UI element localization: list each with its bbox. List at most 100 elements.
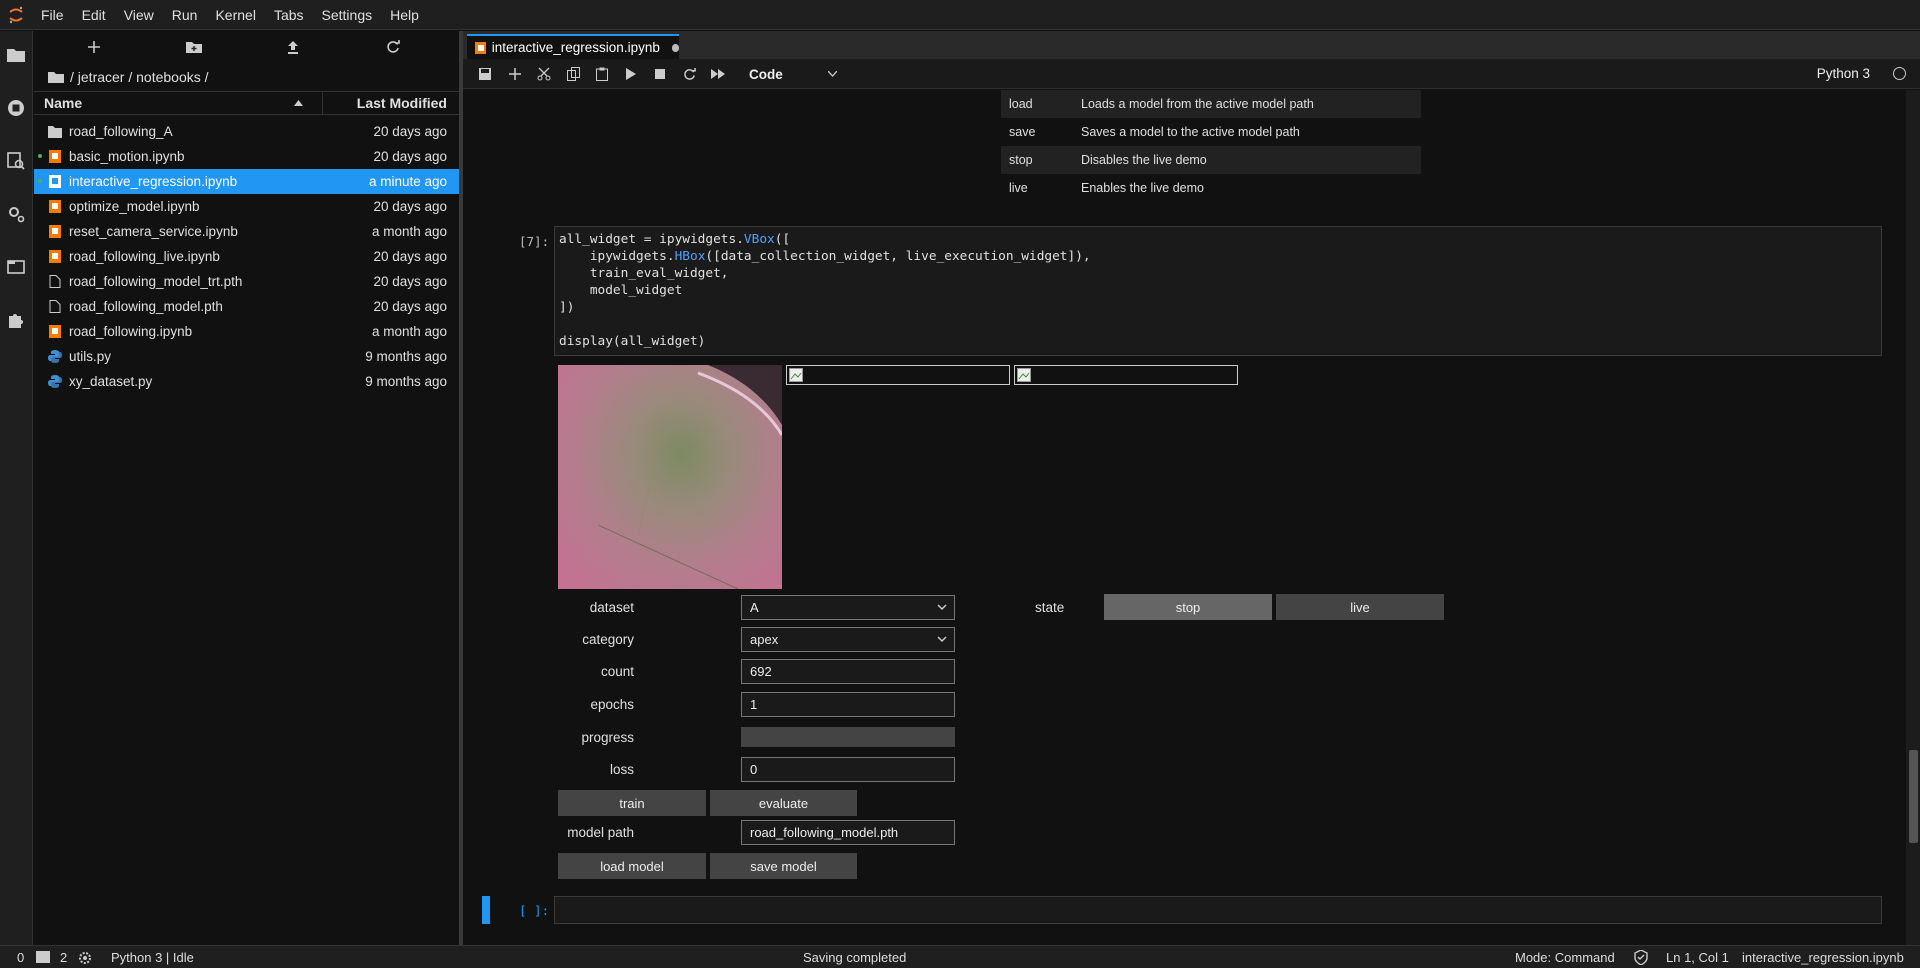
cell-type-value: Code xyxy=(749,66,783,82)
save-icon[interactable] xyxy=(477,66,493,82)
tabs-icon[interactable] xyxy=(5,256,27,278)
commands-icon[interactable] xyxy=(5,150,27,172)
epochs-field[interactable]: 1 xyxy=(741,692,955,717)
file-row[interactable]: road_following_model_trt.pth 20 days ago xyxy=(34,269,459,294)
count-field[interactable]: 692 xyxy=(741,659,955,684)
notebook-icon xyxy=(49,250,61,263)
menu-view[interactable]: View xyxy=(115,0,163,30)
code-line: model_widget xyxy=(559,283,683,298)
file-row[interactable]: reset_camera_service.ipynb a month ago xyxy=(34,219,459,244)
chevron-down-icon xyxy=(937,636,947,643)
tab-bar: interactive_regression.ipynb xyxy=(463,31,1920,59)
new-launcher-icon[interactable] xyxy=(82,35,106,59)
empty-code-cell[interactable] xyxy=(554,896,1882,924)
insert-cell-icon[interactable] xyxy=(507,66,523,82)
new-folder-icon[interactable] xyxy=(182,35,206,59)
progress-label: progress xyxy=(581,730,634,745)
loss-value: 0 xyxy=(750,762,758,777)
tab-interactive-regression[interactable]: interactive_regression.ipynb xyxy=(467,34,679,59)
code-line: display(all_widget) xyxy=(559,334,706,349)
live-toggle-button[interactable]: live xyxy=(1276,594,1444,620)
file-row[interactable]: road_following_A 20 days ago xyxy=(34,119,459,144)
menu-settings[interactable]: Settings xyxy=(313,0,382,30)
count-value: 692 xyxy=(750,664,772,679)
file-row[interactable]: basic_motion.ipynb 20 days ago xyxy=(34,144,459,169)
model-path-value: road_following_model.pth xyxy=(750,825,899,840)
status-bar: 0 2 Python 3 | Idle Saving completed Mod… xyxy=(0,945,1920,968)
load-model-button[interactable]: load model xyxy=(558,853,706,879)
code-line: all_widget = ipywidgets.VBox([ xyxy=(559,232,791,247)
notebook-toolbar: Code Python 3 xyxy=(463,59,1920,89)
upload-icon[interactable] xyxy=(281,35,305,59)
folder-icon[interactable] xyxy=(48,71,64,83)
md-desc: Saves a model to the active model path xyxy=(1081,125,1300,139)
file-row[interactable]: road_following.ipynb a month ago xyxy=(34,319,459,344)
stop-icon[interactable] xyxy=(652,66,668,82)
property-inspector-icon[interactable] xyxy=(5,203,27,225)
file-row[interactable]: xy_dataset.py 9 months ago xyxy=(34,369,459,394)
kernel-gear-icon[interactable] xyxy=(78,951,92,965)
save-status: Saving completed xyxy=(803,950,907,965)
menu-edit[interactable]: Edit xyxy=(73,0,115,30)
camera-image[interactable] xyxy=(558,365,782,589)
notebook-scrollbar[interactable] xyxy=(1906,90,1920,945)
extension-icon[interactable] xyxy=(5,309,27,331)
menu-file[interactable]: File xyxy=(32,0,73,30)
mode-indicator[interactable]: Mode: Command xyxy=(1515,950,1615,965)
file-row[interactable]: optimize_model.ipynb 20 days ago xyxy=(34,194,459,219)
breadcrumb-path[interactable]: / jetracer / notebooks / xyxy=(70,69,209,85)
restart-icon[interactable] xyxy=(681,66,697,82)
kernel-count[interactable]: 2 xyxy=(60,950,67,965)
cell-type-dropdown[interactable]: Code xyxy=(749,63,837,85)
broken-image-1 xyxy=(786,365,1010,385)
kernel-status[interactable]: Python 3 | Idle xyxy=(111,950,194,965)
run-icon[interactable] xyxy=(623,66,639,82)
copy-icon[interactable] xyxy=(565,66,581,82)
scrollbar-thumb[interactable] xyxy=(1909,750,1918,843)
epochs-label: epochs xyxy=(590,697,634,712)
save-model-button[interactable]: save model xyxy=(710,853,857,879)
file-name: road_following_A xyxy=(69,124,173,139)
file-row[interactable]: road_following_live.ipynb 20 days ago xyxy=(34,244,459,269)
menu-help[interactable]: Help xyxy=(381,0,428,30)
md-table-row: live Enables the live demo xyxy=(1001,174,1421,202)
refresh-icon[interactable] xyxy=(381,35,405,59)
empty-cell-prompt: [ ]: xyxy=(519,903,550,918)
file-name: basic_motion.ipynb xyxy=(69,149,185,164)
cursor-position[interactable]: Ln 1, Col 1 xyxy=(1666,950,1729,965)
cut-icon[interactable] xyxy=(536,66,552,82)
loss-field[interactable]: 0 xyxy=(741,757,955,782)
file-row[interactable]: road_following_model.pth 20 days ago xyxy=(34,294,459,319)
train-button[interactable]: train xyxy=(558,790,706,816)
evaluate-button[interactable]: evaluate xyxy=(710,790,857,816)
model-path-field[interactable]: road_following_model.pth xyxy=(741,820,955,845)
menu-tabs[interactable]: Tabs xyxy=(265,0,313,30)
kernel-status-icon xyxy=(1893,67,1906,80)
running-indicator-icon xyxy=(38,154,42,158)
code-cell-editor[interactable]: all_widget = ipywidgets.VBox([ ipywidget… xyxy=(554,226,1882,356)
unsaved-dot-icon[interactable] xyxy=(671,43,679,52)
folder-icon xyxy=(48,126,62,138)
trusted-shield-icon[interactable] xyxy=(1634,950,1648,965)
running-sessions-icon[interactable] xyxy=(5,97,27,119)
kernel-name[interactable]: Python 3 xyxy=(1817,66,1870,81)
paste-icon[interactable] xyxy=(594,66,610,82)
terminal-icon[interactable] xyxy=(36,951,50,963)
file-icon xyxy=(49,300,61,313)
file-modified: 20 days ago xyxy=(373,149,447,164)
code-line: ipywidgets.HBox([data_collection_widget,… xyxy=(559,249,1091,264)
last-modified-column-header[interactable]: Last Modified xyxy=(357,95,447,111)
menu-run[interactable]: Run xyxy=(163,0,207,30)
file-row[interactable]: interactive_regression.ipynb a minute ago xyxy=(34,169,459,194)
folder-icon[interactable] xyxy=(5,44,27,66)
dataset-dropdown[interactable]: A xyxy=(741,595,955,620)
category-dropdown[interactable]: apex xyxy=(741,627,955,652)
restart-run-all-icon[interactable] xyxy=(710,66,726,82)
terminal-count[interactable]: 0 xyxy=(17,950,24,965)
stop-toggle-button[interactable]: stop xyxy=(1104,594,1272,620)
sort-ascending-icon[interactable] xyxy=(294,100,303,106)
file-row[interactable]: utils.py 9 months ago xyxy=(34,344,459,369)
name-column-header[interactable]: Name xyxy=(44,95,82,111)
menu-kernel[interactable]: Kernel xyxy=(206,0,264,30)
